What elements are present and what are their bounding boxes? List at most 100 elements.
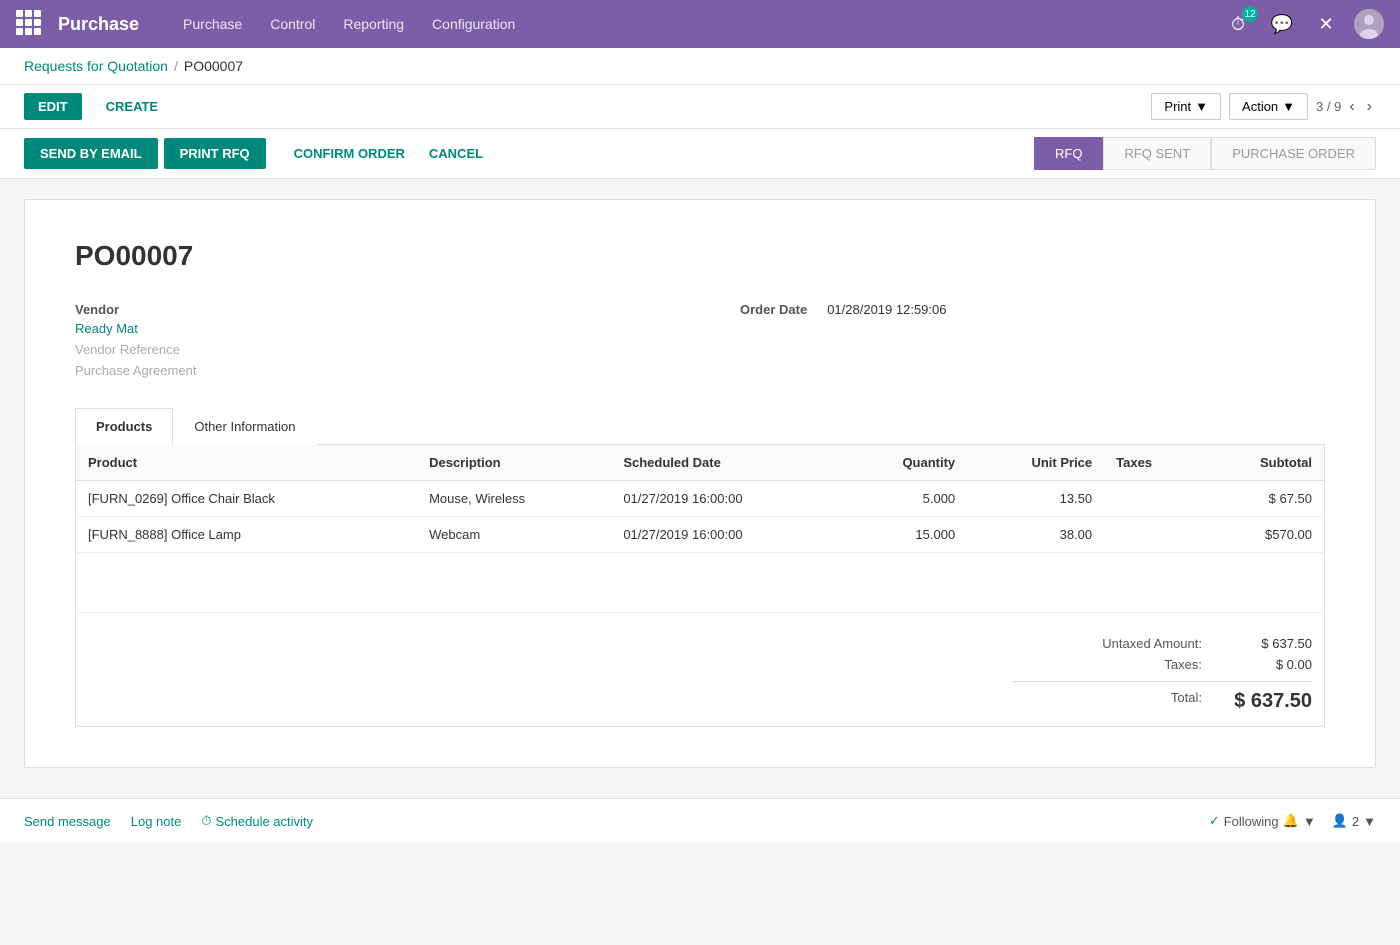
clock-small-icon: ⏱ <box>201 813 211 829</box>
tab-other-info[interactable]: Other Information <box>173 408 316 445</box>
row1-unit-price: 13.50 <box>967 481 1104 517</box>
people-icon: 👤 <box>1332 813 1348 829</box>
purchase-agreement-label: Purchase Agreement <box>75 363 700 378</box>
log-note-label: Log note <box>131 814 182 829</box>
empty-row <box>76 553 1324 613</box>
clock-icon[interactable]: ⏱ 12 <box>1222 8 1254 40</box>
app-brand: Purchase <box>58 14 139 35</box>
col-unit-price: Unit Price <box>967 445 1104 481</box>
send-by-email-button[interactable]: SEND BY EMAIL <box>24 138 158 169</box>
row2-quantity: 15.000 <box>843 517 967 553</box>
order-date-section: Order Date 01/28/2019 12:59:06 <box>700 302 1325 378</box>
document-card: PO00007 Vendor Ready Mat Vendor Referenc… <box>24 199 1376 768</box>
document-fields: Vendor Ready Mat Vendor Reference Purcha… <box>75 302 1325 378</box>
row1-date: 01/27/2019 16:00:00 <box>611 481 843 517</box>
confirm-order-button[interactable]: CONFIRM ORDER <box>282 138 417 169</box>
action-chevron-icon: ▼ <box>1282 99 1295 114</box>
nav-menu: Purchase Control Reporting Configuration <box>169 0 529 48</box>
breadcrumb: Requests for Quotation / PO00007 <box>0 48 1400 85</box>
vendor-ref-label: Vendor Reference <box>75 342 700 357</box>
table-row[interactable]: [FURN_0269] Office Chair Black Mouse, Wi… <box>76 481 1324 517</box>
row2-product: [FURN_8888] Office Lamp <box>76 517 417 553</box>
order-date-value: 01/28/2019 12:59:06 <box>827 302 946 317</box>
nav-purchase[interactable]: Purchase <box>169 0 256 48</box>
log-note-button[interactable]: Log note <box>131 814 182 829</box>
order-table: Product Description Scheduled Date Quant… <box>76 445 1324 613</box>
row2-description: Webcam <box>417 517 611 553</box>
col-quantity: Quantity <box>843 445 967 481</box>
taxes-label: Taxes: <box>1012 657 1222 672</box>
chatter: Send message Log note ⏱ Schedule activit… <box>0 798 1400 843</box>
row1-description: Mouse, Wireless <box>417 481 611 517</box>
bell-icon: 🔔 <box>1283 813 1299 829</box>
action-bar: SEND BY EMAIL PRINT RFQ CONFIRM ORDER CA… <box>0 129 1400 179</box>
record-position: 3 / 9 <box>1316 99 1341 114</box>
nav-configuration[interactable]: Configuration <box>418 0 529 48</box>
following-label: Following <box>1224 814 1279 829</box>
untaxed-value: $ 637.50 <box>1222 636 1312 651</box>
avatar[interactable] <box>1354 9 1384 39</box>
toolbar: EDIT CREATE Print ▼ Action ▼ 3 / 9 ‹ › <box>0 85 1400 129</box>
document-number: PO00007 <box>75 240 1325 272</box>
status-rfq-sent: RFQ SENT <box>1103 137 1211 170</box>
cancel-button[interactable]: CANCEL <box>417 138 495 169</box>
followers-button[interactable]: 👤 2 ▼ <box>1332 813 1376 829</box>
notifications-badge: 12 <box>1242 6 1258 22</box>
col-product: Product <box>76 445 417 481</box>
create-button[interactable]: CREATE <box>92 93 172 120</box>
print-label: Print <box>1164 99 1191 114</box>
col-taxes: Taxes <box>1104 445 1201 481</box>
navbar: Purchase Purchase Control Reporting Conf… <box>0 0 1400 48</box>
chatter-right: ✓ Following 🔔 ▼ 👤 2 ▼ <box>1209 813 1376 829</box>
tabs: Products Other Information <box>75 408 1325 445</box>
taxes-value: $ 0.00 <box>1222 657 1312 672</box>
print-button[interactable]: Print ▼ <box>1151 93 1221 120</box>
send-message-button[interactable]: Send message <box>24 814 111 829</box>
vendor-section: Vendor Ready Mat Vendor Reference Purcha… <box>75 302 700 378</box>
followers-chevron-icon: ▼ <box>1363 814 1376 829</box>
edit-button[interactable]: EDIT <box>24 93 82 120</box>
totals-area: Untaxed Amount: $ 637.50 Taxes: $ 0.00 T… <box>76 613 1324 726</box>
action-label: Action <box>1242 99 1278 114</box>
tab-products[interactable]: Products <box>75 408 173 445</box>
row2-subtotal: $570.00 <box>1201 517 1324 553</box>
schedule-activity-button[interactable]: ⏱ Schedule activity <box>201 813 313 829</box>
print-rfq-button[interactable]: PRINT RFQ <box>164 138 266 169</box>
status-rfq: RFQ <box>1034 137 1103 170</box>
vendor-label: Vendor <box>75 302 700 317</box>
total-row: Total: $ 637.50 <box>1012 681 1312 716</box>
row1-taxes <box>1104 481 1201 517</box>
tab-products-content: Product Description Scheduled Date Quant… <box>75 445 1325 727</box>
status-purchase-order: PURCHASE ORDER <box>1211 137 1376 170</box>
row1-quantity: 5.000 <box>843 481 967 517</box>
order-date-label: Order Date <box>740 302 807 317</box>
chat-icon[interactable]: 💬 <box>1266 8 1298 40</box>
following-button[interactable]: ✓ Following 🔔 ▼ <box>1209 813 1316 829</box>
next-record-button[interactable]: › <box>1363 96 1376 118</box>
action-button[interactable]: Action ▼ <box>1229 93 1308 120</box>
print-chevron-icon: ▼ <box>1195 99 1208 114</box>
prev-record-button[interactable]: ‹ <box>1345 96 1358 118</box>
row1-product: [FURN_0269] Office Chair Black <box>76 481 417 517</box>
status-bar: RFQ RFQ SENT PURCHASE ORDER <box>1034 137 1376 170</box>
close-icon[interactable]: ✕ <box>1310 8 1342 40</box>
vendor-value[interactable]: Ready Mat <box>75 321 700 336</box>
checkmark-icon: ✓ <box>1209 813 1220 829</box>
row2-taxes <box>1104 517 1201 553</box>
untaxed-row: Untaxed Amount: $ 637.50 <box>1012 633 1312 654</box>
nav-control[interactable]: Control <box>256 0 329 48</box>
col-subtotal: Subtotal <box>1201 445 1324 481</box>
total-value: $ 637.50 <box>1222 690 1312 713</box>
row2-unit-price: 38.00 <box>967 517 1104 553</box>
navbar-right: ⏱ 12 💬 ✕ <box>1222 8 1384 40</box>
schedule-activity-label: Schedule activity <box>215 814 313 829</box>
main-content: PO00007 Vendor Ready Mat Vendor Referenc… <box>0 179 1400 788</box>
table-row[interactable]: [FURN_8888] Office Lamp Webcam 01/27/201… <box>76 517 1324 553</box>
breadcrumb-parent[interactable]: Requests for Quotation <box>24 58 168 74</box>
col-scheduled-date: Scheduled Date <box>611 445 843 481</box>
nav-reporting[interactable]: Reporting <box>329 0 418 48</box>
grid-menu-icon[interactable] <box>16 10 44 38</box>
breadcrumb-current: PO00007 <box>184 58 243 74</box>
untaxed-label: Untaxed Amount: <box>1012 636 1222 651</box>
total-label: Total: <box>1012 690 1222 713</box>
